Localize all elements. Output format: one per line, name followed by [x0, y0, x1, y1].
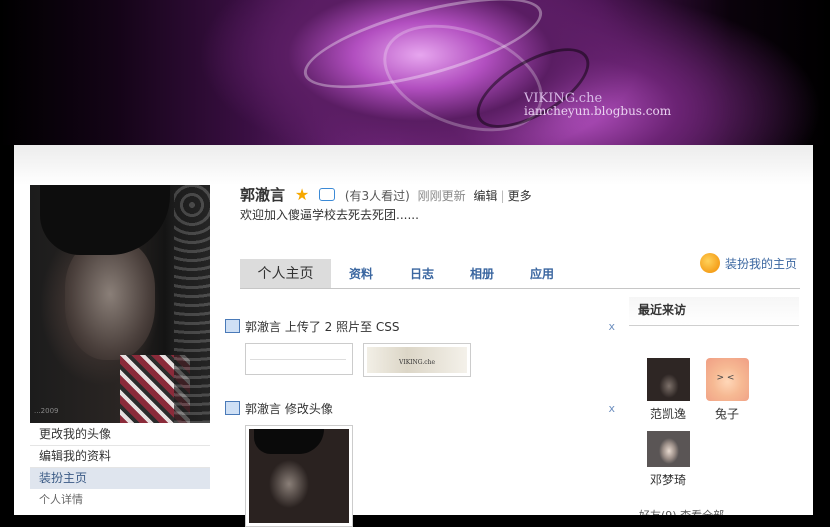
avatar-face [65, 240, 155, 360]
tab-info[interactable]: 资料 [349, 259, 373, 288]
photo-thumbnail[interactable] [245, 343, 353, 375]
profile-avatar[interactable]: ...2009 [30, 185, 210, 423]
edit-profile-link[interactable]: 编辑我的资料 [30, 446, 210, 468]
visitor-card[interactable]: 范凯逸 [638, 358, 698, 422]
tab-home[interactable]: 个人主页 [240, 259, 331, 288]
tab-album[interactable]: 相册 [470, 259, 494, 288]
dress-my-homepage-link[interactable]: 装扮我的主页 [700, 252, 797, 277]
tab-apps[interactable]: 应用 [530, 259, 554, 288]
edit-link[interactable]: 编辑 [474, 189, 498, 203]
feed-item: 郭澈言 修改头像 x [225, 400, 615, 527]
photo-thumbnail[interactable]: VIKING.che [363, 343, 471, 377]
viewer-count: (有3人看过) [344, 189, 410, 203]
sidebar-links: 更改我的头像 编辑我的资料 装扮主页 个人详情 [30, 424, 210, 510]
panel-top-sheen [14, 145, 813, 185]
avatar-decoration [174, 185, 210, 423]
profile-header: 郭澈言 ★ (有3人看过) 刚刚更新 编辑 | 更多 [240, 185, 532, 205]
dress-my-homepage-label: 装扮我的主页 [725, 257, 798, 271]
visitor-card[interactable]: 邓梦琦 [638, 431, 698, 488]
friends-section-cut: 好友(9) 查看全部 [639, 507, 809, 515]
star-icon: ★ [294, 185, 310, 204]
feed-item-header: 郭澈言 修改头像 x [225, 400, 615, 418]
visitor-name[interactable]: 兔子 [697, 405, 757, 422]
profile-name[interactable]: 郭澈言 [240, 186, 285, 204]
sidebar-section-cut: 个人详情 [39, 493, 83, 506]
status-message: 欢迎加入傻逼学校去死去死团...... [240, 208, 419, 222]
photo-upload-icon [225, 319, 240, 333]
change-avatar-link[interactable]: 更改我的头像 [30, 424, 210, 446]
visitor-avatar[interactable] [646, 431, 690, 467]
tab-blog[interactable]: 日志 [410, 259, 434, 288]
update-time: 刚刚更新 [417, 189, 466, 203]
visitor-name[interactable]: 邓梦琦 [638, 471, 698, 488]
avatar-stamp: ...2009 [34, 407, 59, 415]
separator: | [500, 189, 505, 203]
header-banner: VIKING.che iamcheyun.blogbus.com [0, 0, 830, 145]
close-icon[interactable]: x [608, 318, 615, 336]
dress-homepage-link[interactable]: 装扮主页 [30, 468, 210, 489]
avatar-hair [40, 185, 170, 255]
feed-item-text[interactable]: 郭澈言 修改头像 [245, 402, 333, 416]
close-icon[interactable]: x [608, 400, 615, 418]
avatar-thumbnail[interactable] [245, 425, 353, 527]
banner-brand: VIKING.che iamcheyun.blogbus.com [524, 92, 671, 118]
thumbnail-caption: VIKING.che [399, 359, 436, 366]
feed-item-text[interactable]: 郭澈言 上传了 2 照片至 CSS [245, 320, 400, 334]
palette-icon [700, 253, 720, 273]
recent-visitors: 最近来访 [629, 297, 799, 326]
visitor-card[interactable]: > < 兔子 [697, 358, 757, 422]
banner-brand-url: iamcheyun.blogbus.com [524, 104, 672, 118]
feed-item-header: 郭澈言 上传了 2 照片至 CSS x [225, 318, 615, 336]
recent-visitors-title: 最近来访 [629, 297, 799, 326]
visitor-avatar[interactable]: > < [705, 358, 749, 401]
visitor-name[interactable]: 范凯逸 [638, 405, 698, 422]
avatar-change-icon [225, 401, 240, 415]
chat-bubble-icon[interactable] [319, 188, 336, 201]
more-link[interactable]: 更多 [508, 189, 532, 203]
feed-item: 郭澈言 上传了 2 照片至 CSS x VIKING.che [225, 318, 615, 377]
profile-panel: ...2009 更改我的头像 编辑我的资料 装扮主页 个人详情 郭澈言 ★ (有… [14, 145, 813, 527]
visitor-avatar[interactable] [646, 358, 690, 401]
